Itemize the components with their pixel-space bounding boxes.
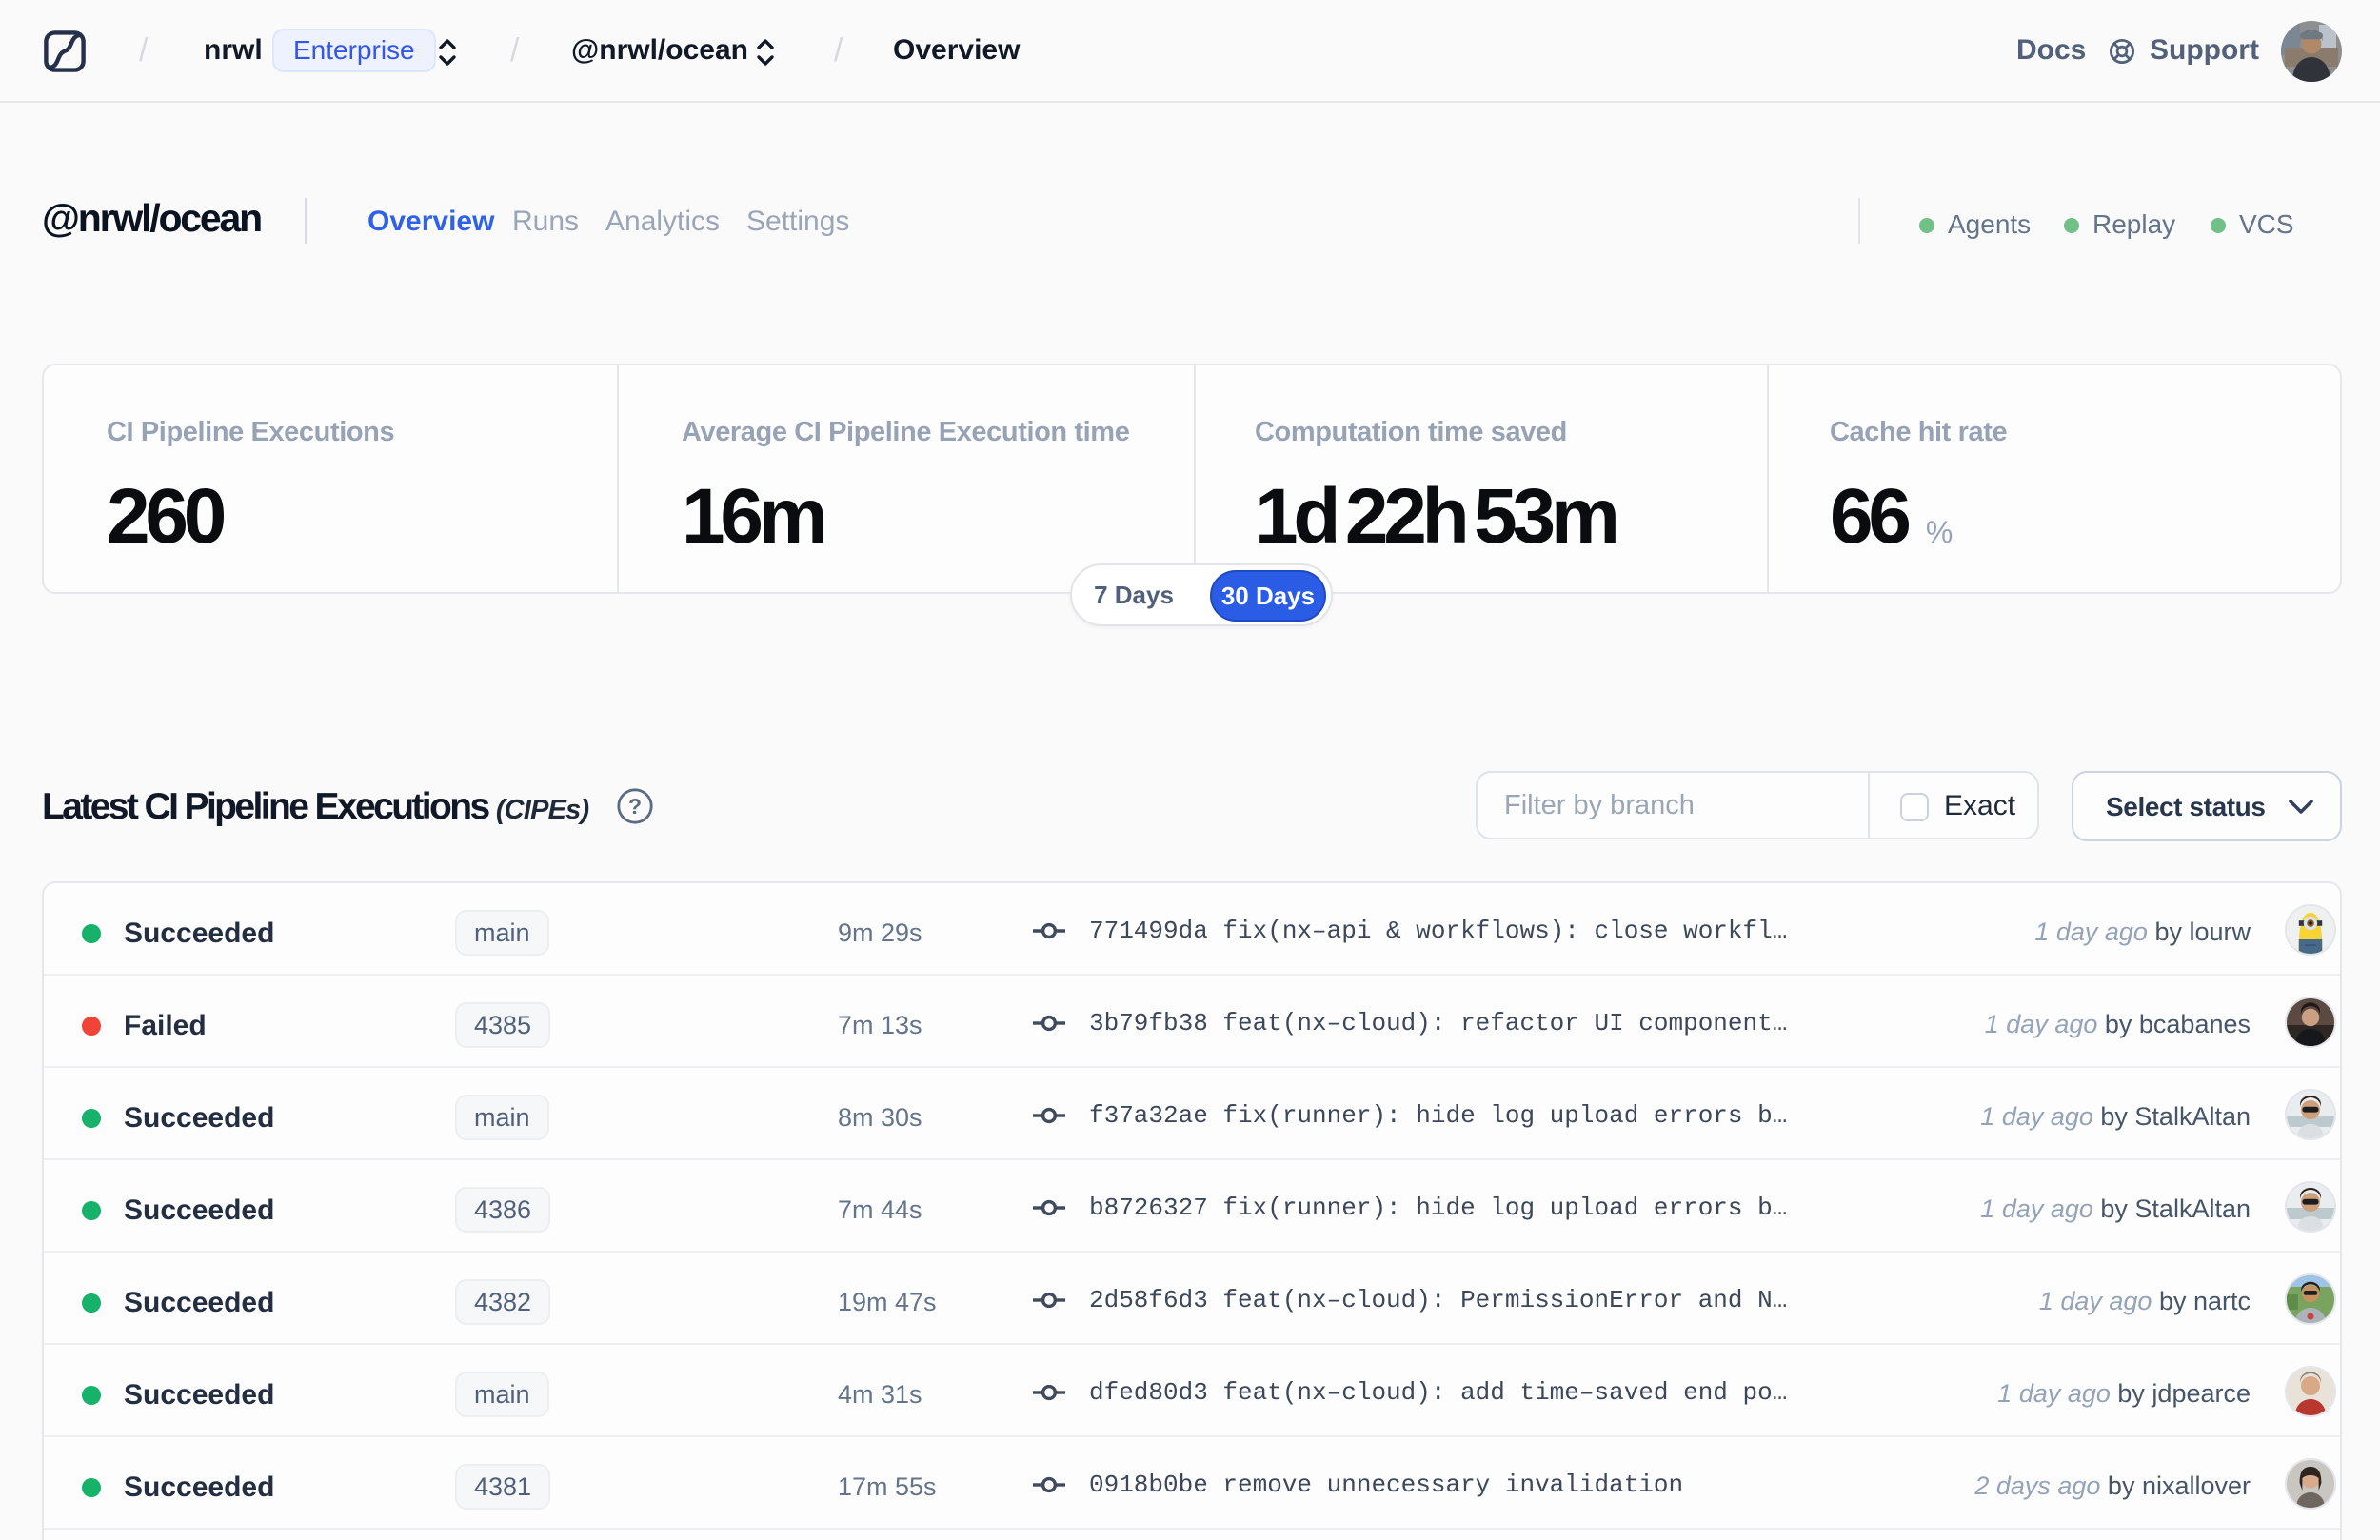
svg-text:?: ?: [628, 794, 642, 819]
